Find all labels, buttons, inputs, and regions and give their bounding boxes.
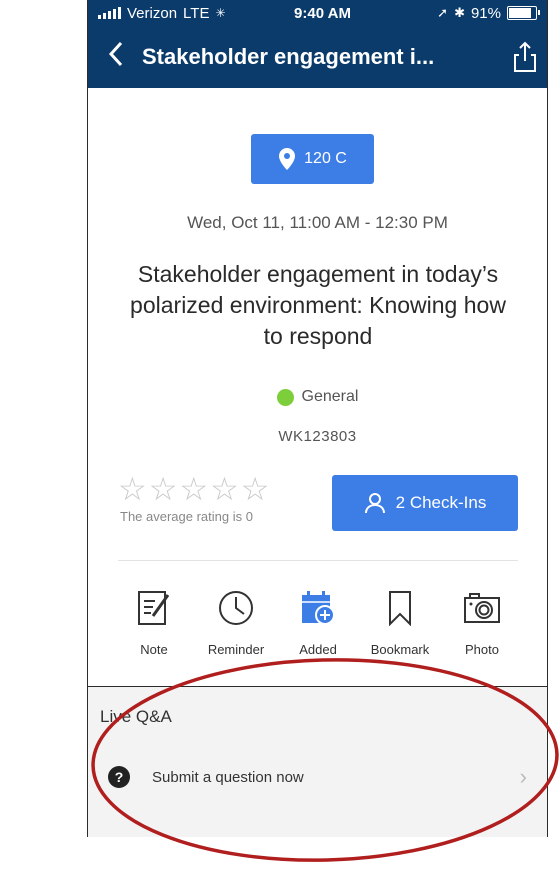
added-label: Added [299, 642, 337, 657]
checkins-button[interactable]: 2 Check-Ins [332, 475, 518, 531]
photo-label: Photo [465, 642, 499, 657]
note-button[interactable]: Note [118, 586, 190, 657]
signal-icon [98, 7, 121, 19]
checkins-label: 2 Check-Ins [395, 493, 487, 512]
action-bar: Note Reminder Added Bookmark Photo [118, 586, 518, 657]
bookmark-icon [389, 591, 411, 626]
map-pin-icon [279, 148, 296, 170]
clock-icon [219, 591, 253, 625]
session-code: WK123803 [278, 428, 357, 445]
share-button[interactable] [503, 41, 547, 73]
question-bubble-icon: ? [108, 766, 130, 788]
bookmark-button[interactable]: Bookmark [364, 586, 436, 657]
rating-widget: ☆ ☆ ☆ ☆ ☆ The average rating is 0 [118, 473, 298, 524]
status-right: ➚ ✱ 91% [387, 4, 540, 22]
nav-title: Stakeholder engagement i... [142, 44, 435, 69]
rating-stars: ☆ ☆ ☆ ☆ ☆ [118, 473, 298, 505]
rating-text: The average rating is 0 [120, 509, 253, 524]
star-icon[interactable]: ☆ [118, 473, 147, 505]
battery-fill [509, 8, 531, 18]
status-bar: Verizon LTE ✳ 9:40 AM ➚ ✱ 91% [88, 0, 547, 26]
battery-label: 91% [470, 4, 501, 22]
bluetooth-icon: ✱ [454, 5, 465, 20]
nav-bar: Stakeholder engagement i... [88, 26, 547, 88]
live-qa-section: Live Q&A ? Submit a question now › [88, 686, 547, 837]
session-title: Stakeholder engagement in today’s polari… [130, 261, 506, 349]
chevron-right-icon: › [519, 764, 527, 789]
location-button[interactable]: 120 C [251, 134, 374, 184]
reminder-label: Reminder [207, 642, 265, 657]
session-detail: 120 C Wed, Oct 11, 11:00 AM - 12:30 PM S… [88, 88, 547, 686]
star-icon[interactable]: ☆ [210, 473, 239, 505]
carrier-label: Verizon [127, 4, 178, 22]
reminder-button[interactable]: Reminder [200, 586, 272, 657]
track-color-dot [276, 388, 294, 406]
star-icon[interactable]: ☆ [241, 473, 270, 505]
note-label: Note [140, 642, 168, 657]
star-icon[interactable]: ☆ [179, 473, 208, 505]
track-label: General [301, 388, 359, 405]
back-button[interactable] [96, 41, 136, 73]
status-time: 9:40 AM [294, 4, 351, 22]
phone-screen: Verizon LTE ✳ 9:40 AM ➚ ✱ 91% Stakeholde… [87, 0, 548, 837]
camera-icon [464, 593, 500, 623]
user-icon [364, 493, 385, 514]
share-icon [514, 41, 536, 72]
note-icon [138, 591, 170, 625]
submit-question-label: Submit a question now [152, 768, 304, 786]
chevron-left-icon [108, 41, 123, 67]
activity-icon: ✳ [215, 6, 226, 20]
calendar-add-icon [302, 591, 335, 625]
submit-question-row[interactable]: ? Submit a question now › [88, 747, 547, 807]
location-arrow-icon: ➚ [437, 5, 449, 20]
status-left: Verizon LTE ✳ [98, 5, 258, 22]
battery-icon [507, 6, 540, 20]
bookmark-label: Bookmark [370, 642, 430, 657]
photo-button[interactable]: Photo [446, 586, 518, 657]
live-qa-title: Live Q&A [100, 707, 172, 726]
track-badge: General [88, 388, 547, 406]
star-icon[interactable]: ☆ [149, 473, 178, 505]
added-button[interactable]: Added [282, 586, 354, 657]
location-label: 120 C [304, 150, 347, 167]
session-datetime: Wed, Oct 11, 11:00 AM - 12:30 PM [187, 213, 448, 232]
network-label: LTE [183, 4, 210, 22]
divider [118, 560, 518, 561]
